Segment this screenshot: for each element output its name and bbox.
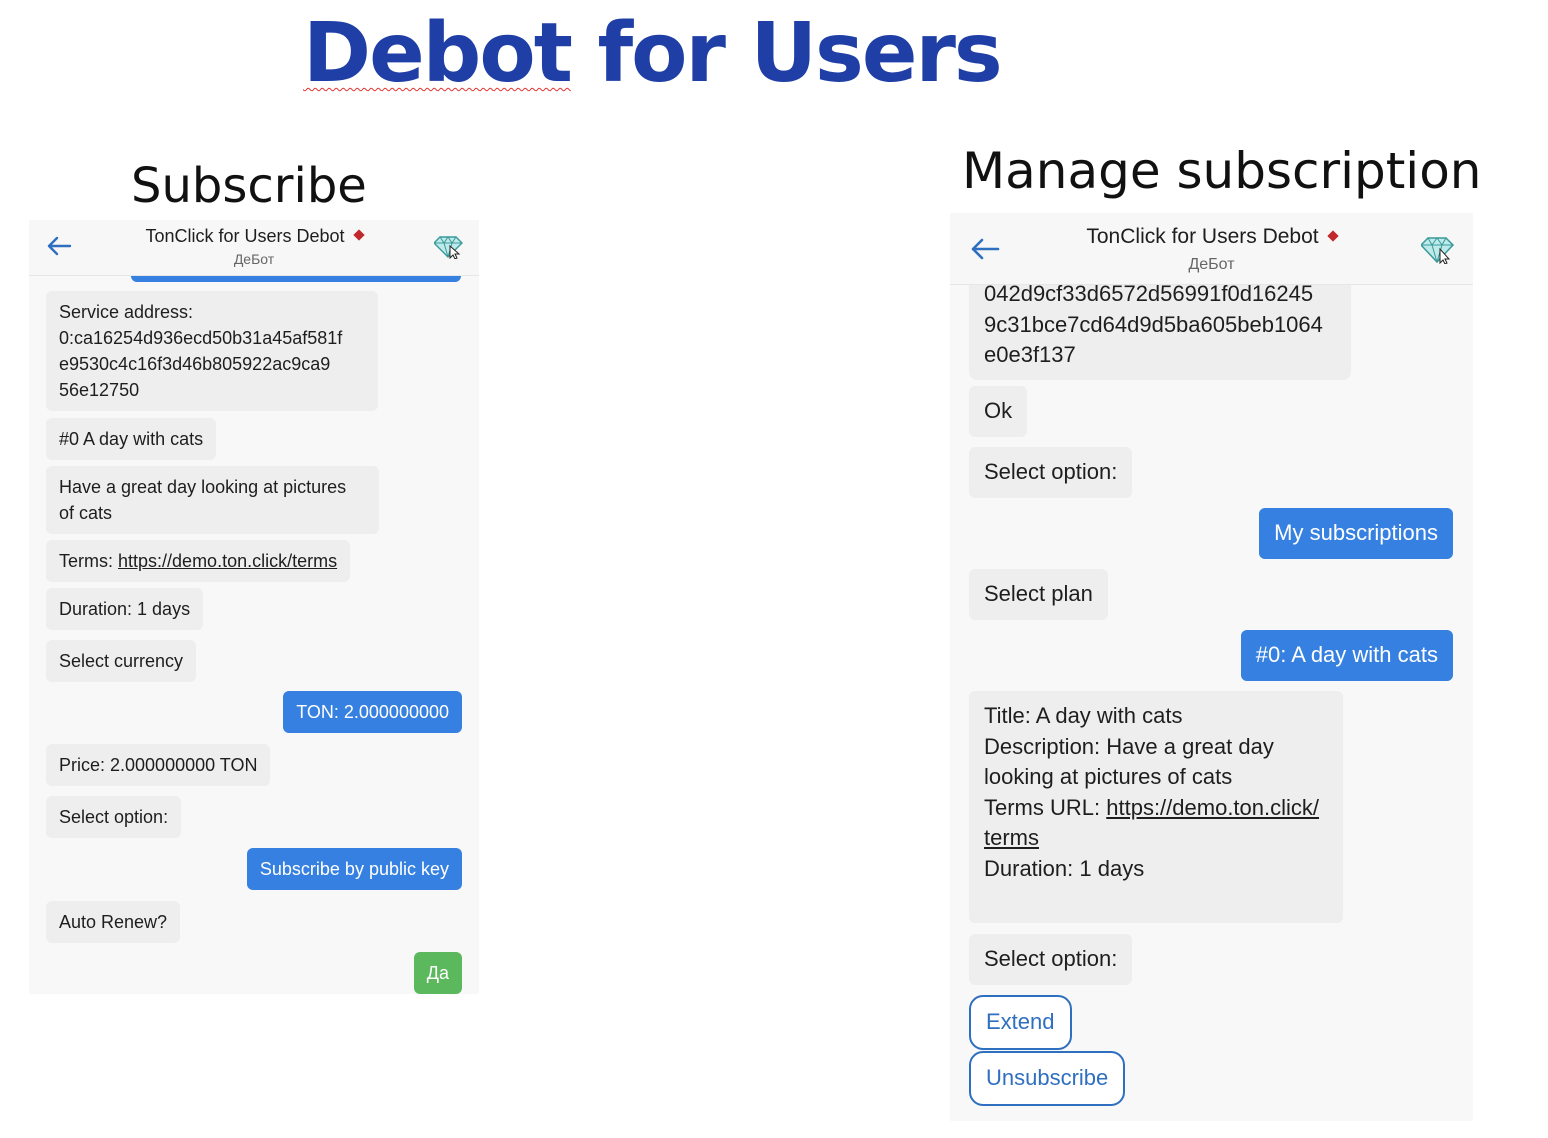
ok-bubble: Ok	[969, 386, 1028, 437]
plan-details-terms: Terms URL: https://demo.ton.click/	[984, 793, 1328, 824]
service-address-line: e9530c4c16f3d46b805922ac9ca9	[59, 354, 331, 374]
manage-chat-screen: TonClick for Users Debot ДеБот 042d9cf33…	[950, 213, 1473, 1121]
plan-details-description: Description: Have a great day	[984, 733, 1274, 759]
terms-link[interactable]: https://demo.ton.click/terms	[118, 551, 337, 571]
plan-details-terms-link[interactable]: https://demo.ton.click/	[1106, 795, 1319, 820]
subscribe-choice-bubble: Subscribe by public key	[246, 848, 462, 890]
currency-choice-bubble: TON: 2.000000000	[283, 691, 462, 733]
subscribe-chat-screen: TonClick for Users Debot ДеБот Service a…	[29, 220, 479, 994]
select-option-bubble: Select option:	[969, 934, 1133, 985]
page-title: Debot for Users	[303, 4, 1003, 104]
select-currency-bubble: Select currency	[46, 640, 197, 682]
chat-subtitle: ДеБот	[233, 251, 275, 267]
auto-renew-bubble: Auto Renew?	[46, 901, 181, 943]
chat-subtitle: ДеБот	[1188, 256, 1235, 273]
page-title-word-debot: Debot	[303, 6, 573, 101]
plan-details-terms-label: Terms URL:	[984, 794, 1107, 820]
unsubscribe-button[interactable]: Unsubscribe	[969, 1051, 1126, 1106]
plan-details-bubble: Title: A day with cats Description: Have…	[969, 691, 1343, 923]
plan-choice-bubble: #0: A day with cats	[1240, 630, 1453, 681]
my-subscriptions-choice-bubble: My subscriptions	[1259, 508, 1453, 559]
service-address-line: 0:ca16254d936ecd50b31a45af581f	[59, 328, 343, 348]
duration-bubble: Duration: 1 days	[46, 588, 204, 630]
yes-choice-bubble: Да	[413, 952, 462, 994]
address-line: 9c31bce7cd64d9d5ba605beb1064	[984, 311, 1323, 337]
price-bubble: Price: 2.000000000 TON	[46, 744, 271, 786]
plan-details-duration: Duration: 1 days	[984, 855, 1145, 881]
address-tail-bubble: 042d9cf33d6572d56991f0d16245 9c31bce7cd6…	[969, 275, 1351, 380]
select-plan-bubble: Select plan	[969, 569, 1108, 620]
plan-name-bubble: #0 A day with cats	[46, 418, 217, 460]
chat-header: TonClick for Users Debot ДеБот	[950, 213, 1473, 285]
plan-details-title: Title: A day with cats	[984, 703, 1183, 728]
plan-details-description: looking at pictures of cats	[984, 764, 1233, 789]
plan-description-bubble: Have a great day looking at pictures of …	[46, 466, 379, 534]
select-option-bubble: Select option:	[46, 796, 182, 838]
service-address-line: 56e12750	[59, 380, 140, 400]
chat-title: TonClick for Users Debot	[29, 225, 479, 247]
diamond-icon	[352, 229, 365, 241]
gem-icon[interactable]	[434, 235, 464, 259]
plan-details-terms-link[interactable]: terms	[984, 823, 1328, 854]
address-line: e0e3f137	[984, 342, 1076, 367]
chat-title-text: TonClick for Users Debot	[145, 226, 345, 246]
extend-button[interactable]: Extend	[969, 995, 1072, 1050]
chat-header: TonClick for Users Debot ДеБот	[29, 220, 479, 276]
plan-description-line: Have a great day looking at pictures	[59, 477, 347, 497]
service-address-label: Service address:	[59, 302, 194, 322]
terms-bubble: Terms: https://demo.ton.click/terms	[46, 540, 351, 582]
page-title-rest: for Users	[570, 6, 1002, 101]
service-address-bubble: Service address: 0:ca16254d936ecd50b31a4…	[46, 291, 378, 411]
chat-title-text: TonClick for Users Debot	[1086, 225, 1319, 248]
section-title-subscribe: Subscribe	[131, 158, 367, 214]
gem-icon[interactable]	[1421, 236, 1455, 264]
chat-title: TonClick for Users Debot	[950, 224, 1473, 250]
section-title-manage: Manage subscription	[962, 142, 1482, 200]
terms-label: Terms:	[59, 551, 119, 571]
select-option-bubble: Select option:	[969, 447, 1133, 498]
diamond-icon	[1326, 230, 1339, 242]
plan-description-line: of cats	[59, 503, 113, 523]
